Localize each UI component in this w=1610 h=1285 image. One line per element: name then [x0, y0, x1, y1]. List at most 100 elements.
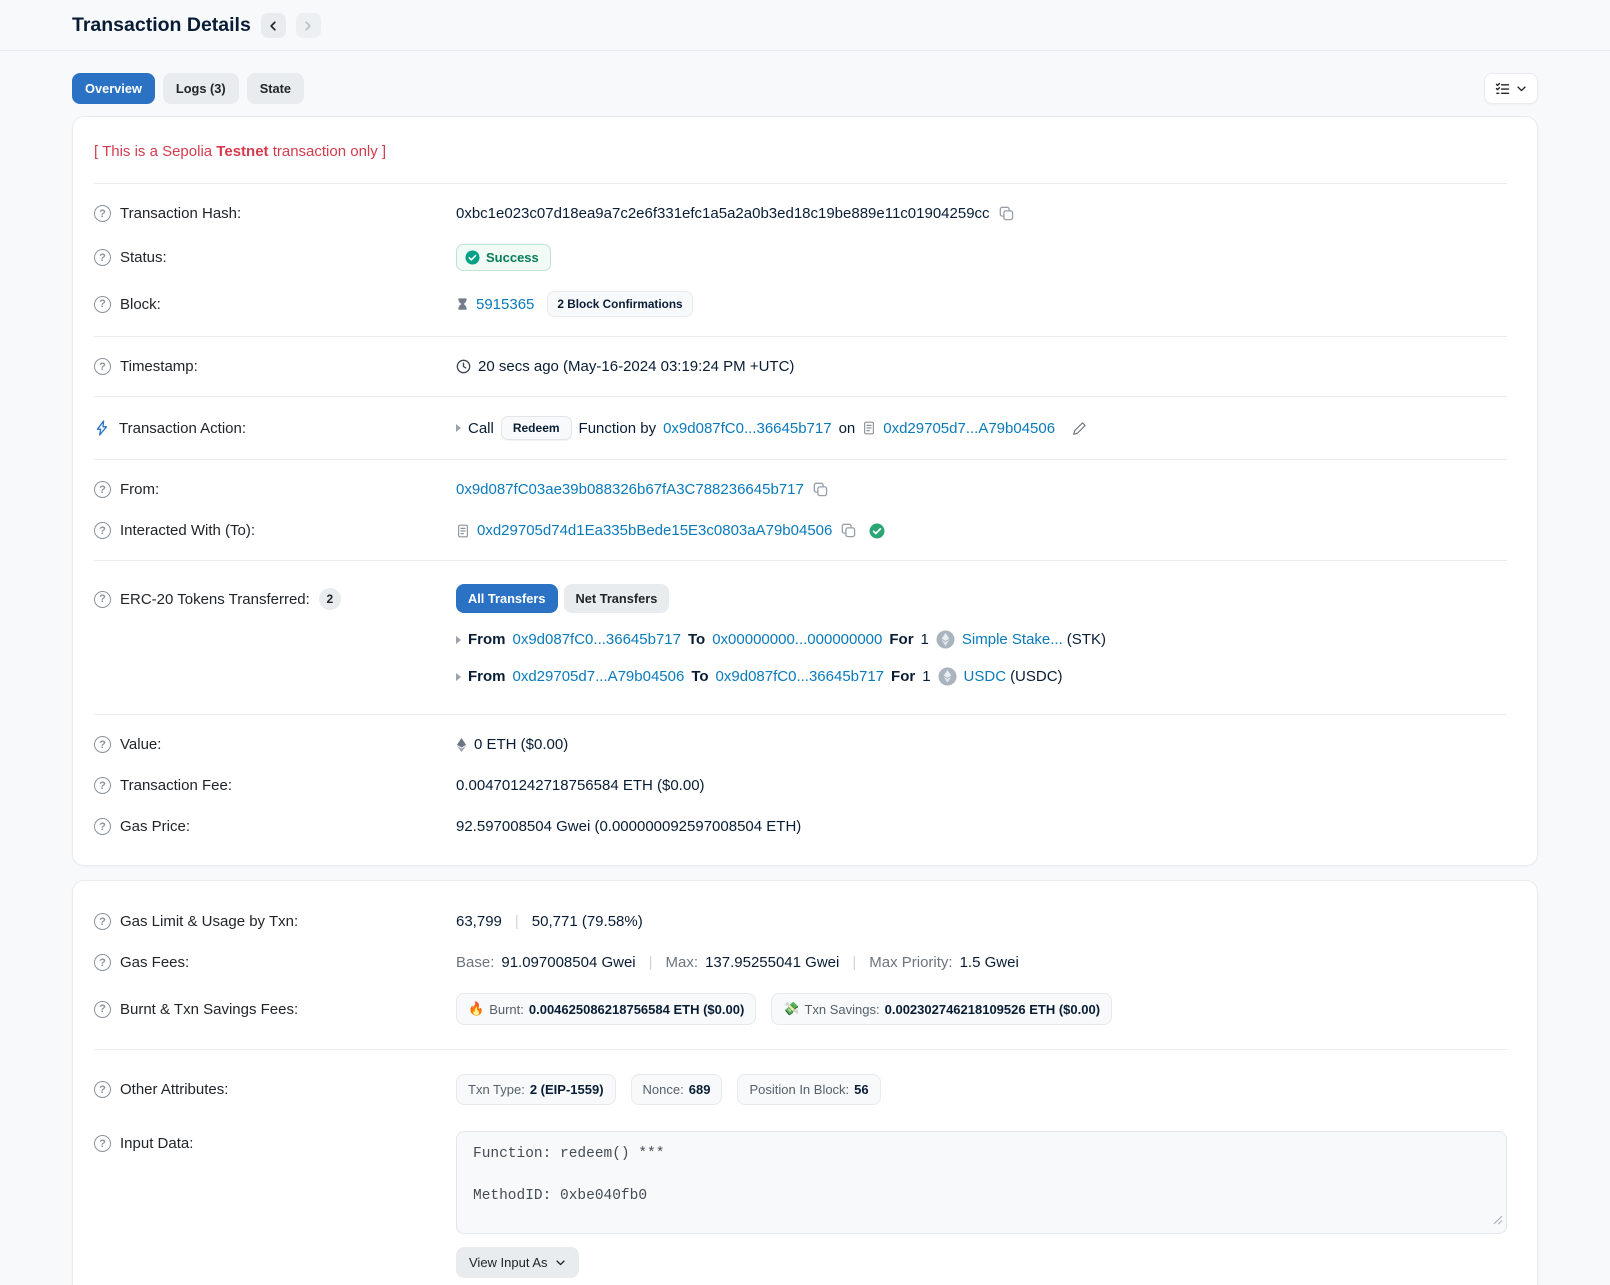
transfer-token-symbol: (USDC)	[1010, 668, 1063, 685]
copy-hash-button[interactable]	[997, 204, 1016, 223]
transfer-filter-buttons: All Transfers Net Transfers	[456, 584, 1507, 613]
input-data-row: Input Data: Function: redeem() *** Metho…	[94, 1115, 1507, 1285]
input-data-textarea[interactable]: Function: redeem() *** MethodID: 0xbe040…	[456, 1131, 1507, 1234]
erc20-count-badge: 2	[319, 588, 341, 610]
hourglass-icon	[456, 297, 469, 311]
row-label: Interacted With (To):	[94, 522, 456, 539]
divider	[94, 459, 1507, 460]
interacted-with-label: Interacted With (To):	[120, 522, 255, 539]
input-data-methodid-line: MethodID: 0xbe040fb0	[473, 1188, 1490, 1204]
caret-right-icon[interactable]	[456, 636, 461, 644]
help-icon[interactable]	[94, 954, 111, 971]
row-value: All Transfers Net Transfers From 0x9d087…	[456, 584, 1507, 695]
caret-right-icon[interactable]	[456, 673, 461, 681]
input-data-label: Input Data:	[120, 1135, 193, 1152]
transfer-amount: 1	[922, 668, 930, 685]
help-icon[interactable]	[94, 1135, 111, 1152]
row-value: Txn Type: 2 (EIP-1559) Nonce: 689 Positi…	[456, 1074, 1507, 1105]
previous-transaction-button[interactable]	[261, 13, 286, 38]
help-icon[interactable]	[94, 1001, 111, 1018]
gas-fees-label: Gas Fees:	[120, 954, 189, 971]
txn-savings-pill: 💸 Txn Savings: 0.002302746218109526 ETH …	[771, 993, 1112, 1025]
token-icon	[936, 630, 955, 649]
action-method-badge[interactable]: Redeem	[501, 416, 572, 440]
gas-usage-value: 50,771 (79.58%)	[532, 913, 643, 930]
help-icon[interactable]	[94, 296, 111, 313]
transfer-token-link[interactable]: USDC	[964, 668, 1007, 685]
row-label: Block:	[94, 296, 456, 313]
help-icon[interactable]	[94, 591, 111, 608]
burnt-savings-label: Burnt & Txn Savings Fees:	[120, 1001, 298, 1018]
value-amount: 0 ETH ($0.00)	[474, 736, 568, 753]
page-header: Transaction Details	[72, 0, 1538, 50]
transaction-hash-value: 0xbc1e023c07d18ea9a7c2e6f331efc1a5a2a0b3…	[456, 205, 990, 222]
tabs: Overview Logs (3) State	[72, 73, 304, 104]
gas-price-label: Gas Price:	[120, 818, 190, 835]
help-icon[interactable]	[94, 249, 111, 266]
resize-handle-icon[interactable]	[1493, 1214, 1503, 1230]
view-input-as-button[interactable]: View Input As	[456, 1247, 579, 1278]
help-icon[interactable]	[94, 736, 111, 753]
display-options-button[interactable]	[1484, 73, 1538, 104]
erc20-transfers-row: ERC-20 Tokens Transferred: 2 All Transfe…	[94, 570, 1507, 705]
help-icon[interactable]	[94, 913, 111, 930]
transaction-fee-row: Transaction Fee: 0.004701242718756584 ET…	[94, 765, 1507, 806]
max-priority-key: Max Priority:	[869, 954, 952, 971]
details-card: Gas Limit & Usage by Txn: 63,799 | 50,77…	[72, 880, 1538, 1285]
gas-limit-label: Gas Limit & Usage by Txn:	[120, 913, 298, 930]
transfer-from-link[interactable]: 0xd29705d7...A79b04506	[513, 668, 685, 685]
burnt-fee-pill: 🔥 Burnt: 0.004625086218756584 ETH ($0.00…	[456, 993, 756, 1025]
help-icon[interactable]	[94, 358, 111, 375]
tab-overview[interactable]: Overview	[72, 73, 155, 104]
tab-logs[interactable]: Logs (3)	[163, 73, 239, 104]
base-fee-value: 91.097008504 Gwei	[501, 954, 635, 971]
row-value: 92.597008504 Gwei (0.000000092597008504 …	[456, 818, 1507, 835]
other-attributes-label: Other Attributes:	[120, 1081, 228, 1098]
to-address-link[interactable]: 0xd29705d74d1Ea335bBede15E3c0803aA79b045…	[477, 522, 832, 539]
action-on-address-link[interactable]: 0xd29705d7...A79b04506	[883, 420, 1055, 437]
transaction-hash-label: Transaction Hash:	[120, 205, 241, 222]
interacted-with-row: Interacted With (To): 0xd29705d74d1Ea335…	[94, 510, 1507, 551]
help-icon[interactable]	[94, 522, 111, 539]
page-title: Transaction Details	[72, 14, 251, 37]
help-icon[interactable]	[94, 1081, 111, 1098]
view-input-as-label: View Input As	[469, 1255, 548, 1270]
caret-right-icon[interactable]	[456, 424, 461, 432]
from-label: From:	[120, 481, 159, 498]
transfer-for-word: For	[889, 631, 913, 648]
timestamp-label: Timestamp:	[120, 358, 198, 375]
block-number-link[interactable]: 5915365	[476, 296, 534, 313]
transfer-row: From 0x9d087fC0...36645b717 To 0x0000000…	[456, 621, 1507, 658]
action-by-address-link[interactable]: 0x9d087fC0...36645b717	[663, 420, 831, 437]
chevron-down-icon	[1516, 83, 1527, 94]
help-icon[interactable]	[94, 481, 111, 498]
transfer-from-link[interactable]: 0x9d087fC0...36645b717	[513, 631, 681, 648]
transfer-to-link[interactable]: 0x9d087fC0...36645b717	[716, 668, 884, 685]
input-data-function-line: Function: redeem() ***	[473, 1146, 1490, 1162]
lightning-bolt-icon	[94, 420, 110, 436]
timestamp-value: 20 secs ago (May-16-2024 03:19:24 PM +UT…	[478, 358, 794, 375]
help-icon[interactable]	[94, 777, 111, 794]
transfer-to-word: To	[691, 668, 708, 685]
help-icon[interactable]	[94, 818, 111, 835]
transfer-to-link[interactable]: 0x00000000...000000000	[712, 631, 882, 648]
status-label: Status:	[120, 249, 167, 266]
gas-limit-value: 63,799	[456, 913, 502, 930]
transfer-from-word: From	[468, 668, 506, 685]
copy-from-button[interactable]	[811, 480, 830, 499]
row-label: Timestamp:	[94, 358, 456, 375]
from-address-link[interactable]: 0x9d087fC03ae39b088326b67fA3C788236645b7…	[456, 481, 804, 498]
block-confirmations-badge: 2 Block Confirmations	[547, 291, 692, 317]
tab-state[interactable]: State	[247, 73, 304, 104]
all-transfers-button[interactable]: All Transfers	[456, 584, 558, 613]
copy-to-button[interactable]	[839, 521, 858, 540]
transfer-token-link[interactable]: Simple Stake...	[962, 631, 1063, 648]
help-icon[interactable]	[94, 205, 111, 222]
edit-action-button[interactable]	[1070, 419, 1089, 438]
next-transaction-button[interactable]	[296, 13, 321, 38]
transaction-hash-row: Transaction Hash: 0xbc1e023c07d18ea9a7c2…	[94, 193, 1507, 234]
position-value: 56	[854, 1082, 868, 1097]
clock-icon	[456, 359, 471, 374]
net-transfers-button[interactable]: Net Transfers	[564, 584, 670, 613]
burnt-savings-row: Burnt & Txn Savings Fees: 🔥 Burnt: 0.004…	[94, 983, 1507, 1035]
